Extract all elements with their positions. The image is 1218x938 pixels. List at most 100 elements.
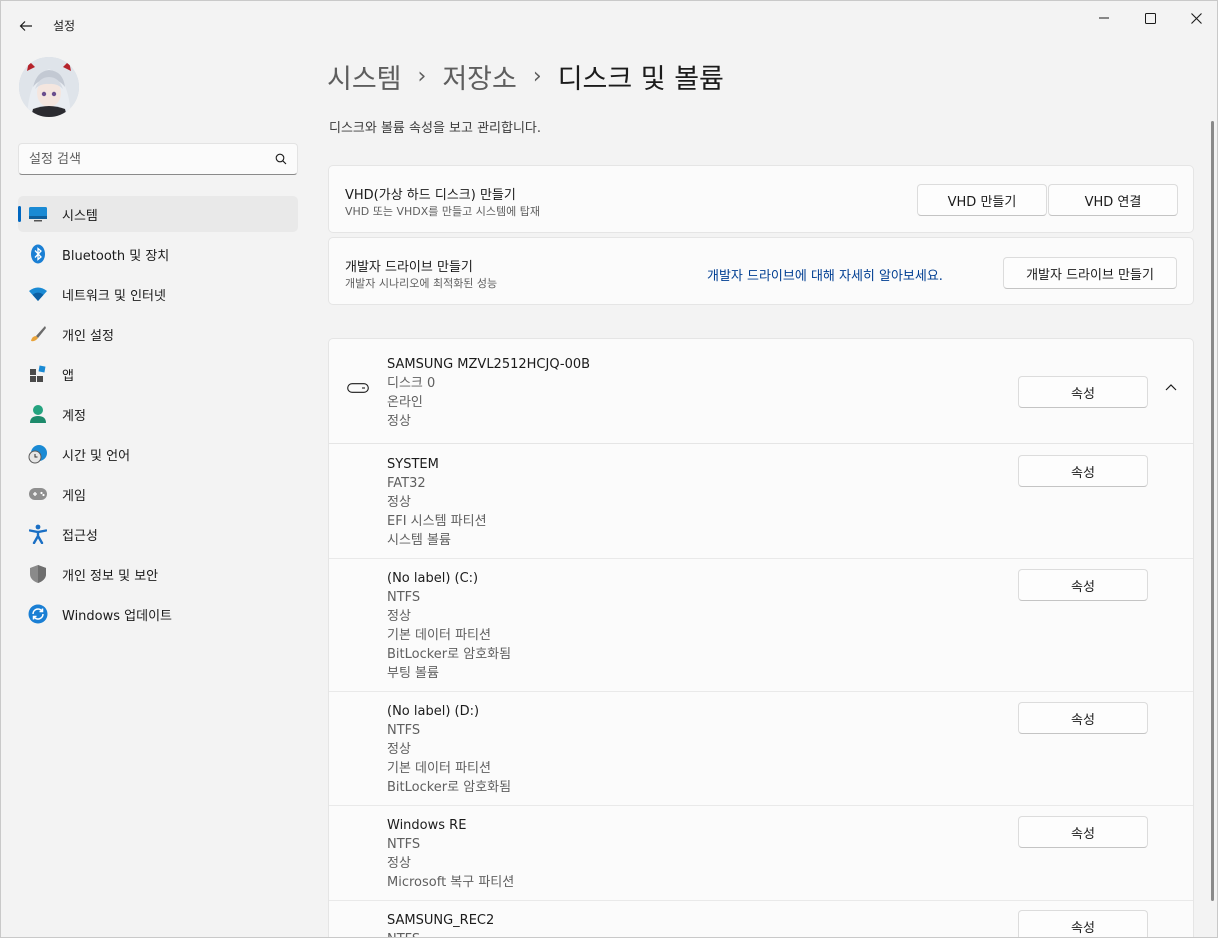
partition-status: 정상 (387, 742, 411, 757)
sidebar-item-windows-update[interactable]: Windows 업데이트 (18, 596, 298, 632)
partition-filesystem: NTFS (387, 723, 421, 738)
partition-status: 정상 (387, 856, 411, 871)
partition-row: (No label) (C:) NTFS 정상 기본 데이터 파티션 BitLo… (329, 559, 1193, 692)
maximize-button[interactable] (1127, 1, 1173, 35)
sidebar-item-label: 네트워크 및 인터넷 (62, 288, 166, 304)
partition-filesystem: NTFS (387, 930, 420, 937)
breadcrumb-separator: › (417, 64, 427, 89)
sidebar-item-accounts[interactable]: 계정 (18, 396, 298, 432)
partition-filesystem: NTFS (387, 837, 421, 852)
dev-drive-card-title: 개발자 드라이브 만들기 (345, 260, 473, 275)
disk-health: 정상 (387, 414, 411, 429)
sidebar-item-bluetooth[interactable]: Bluetooth 및 장치 (18, 236, 298, 272)
breadcrumb-storage[interactable]: 저장소 (442, 57, 517, 96)
partition-encryption: BitLocker로 암호화됨 (387, 647, 512, 662)
sidebar-item-system[interactable]: 시스템 (18, 196, 298, 232)
disk-number: 디스크 0 (387, 376, 436, 391)
create-vhd-button[interactable]: VHD 만들기 (917, 184, 1047, 216)
partition-volume-role: 부팅 볼륨 (387, 666, 439, 681)
partition-type: 기본 데이터 파티션 (387, 628, 491, 643)
disk-name: SAMSUNG MZVL2512HCJQ-00B (387, 357, 591, 372)
partition-properties-button[interactable]: 속성 (1018, 455, 1148, 487)
brush-icon (28, 324, 48, 344)
search-input[interactable] (29, 151, 275, 167)
time-language-icon (28, 444, 48, 464)
sidebar-item-network[interactable]: 네트워크 및 인터넷 (18, 276, 298, 312)
partition-name: (No label) (C:) (387, 571, 479, 586)
dev-drive-learn-more-link[interactable]: 개발자 드라이브에 대해 자세히 알아보세요. (707, 265, 943, 284)
sidebar-item-label: Bluetooth 및 장치 (62, 248, 170, 264)
sidebar-item-label: 접근성 (62, 528, 98, 544)
partition-row: SAMSUNG_REC2 NTFS 속성 (329, 901, 1193, 937)
breadcrumb-system[interactable]: 시스템 (327, 57, 402, 96)
partition-filesystem: FAT32 (387, 476, 426, 491)
sidebar-item-privacy[interactable]: 개인 정보 및 보안 (18, 556, 298, 592)
page-description: 디스크와 볼륨 속성을 보고 관리합니다. (329, 121, 542, 136)
partition-row: (No label) (D:) NTFS 정상 기본 데이터 파티션 BitLo… (329, 692, 1193, 806)
bluetooth-icon (28, 244, 48, 264)
partition-properties-button[interactable]: 속성 (1018, 569, 1148, 601)
partition-name: SAMSUNG_REC2 (387, 913, 495, 928)
partition-volume-role: 시스템 볼륨 (387, 533, 451, 548)
wifi-icon (28, 284, 48, 304)
system-icon (28, 204, 48, 224)
shield-icon (28, 564, 48, 584)
partition-properties-button[interactable]: 속성 (1018, 816, 1148, 848)
gamepad-icon (28, 484, 48, 504)
settings-window: 설정 설정 검색 시스템 Bluetooth 및 장치 네트워크 및 인터넷 개… (0, 0, 1218, 938)
sidebar-item-label: 시스템 (62, 208, 98, 224)
avatar[interactable] (19, 57, 79, 117)
disk-panel: SAMSUNG MZVL2512HCJQ-00B 디스크 0 온라인 정상 속성… (328, 338, 1194, 937)
disk-properties-button[interactable]: 속성 (1018, 376, 1148, 408)
app-title: 설정 (53, 19, 76, 33)
title-bar: 설정 (1, 1, 1217, 49)
maximize-icon (1144, 12, 1156, 24)
sidebar-item-label: 게임 (62, 488, 86, 504)
partition-name: Windows RE (387, 818, 467, 833)
close-button[interactable] (1173, 1, 1217, 35)
hard-drive-icon (347, 383, 369, 393)
account-icon (28, 404, 48, 424)
partition-row: SYSTEM FAT32 정상 EFI 시스템 파티션 시스템 볼륨 속성 (329, 445, 1193, 559)
minimize-icon (1099, 17, 1109, 19)
partition-name: SYSTEM (387, 457, 439, 472)
vhd-card: VHD(가상 하드 디스크) 만들기 VHD 또는 VHDX를 만들고 시스템에… (328, 165, 1194, 233)
back-arrow-icon (19, 21, 32, 31)
back-button[interactable] (11, 11, 41, 41)
partition-type: Microsoft 복구 파티션 (387, 875, 515, 890)
sidebar-item-label: 시간 및 언어 (62, 448, 131, 464)
sidebar-item-personalization[interactable]: 개인 설정 (18, 316, 298, 352)
dev-drive-card: 개발자 드라이브 만들기 개발자 시나리오에 최적화된 성능 개발자 드라이브에… (328, 237, 1194, 305)
search-box[interactable] (18, 143, 298, 175)
partition-status: 정상 (387, 609, 411, 624)
partition-name: (No label) (D:) (387, 704, 480, 719)
partition-properties-button[interactable]: 속성 (1018, 910, 1148, 937)
vhd-card-title: VHD(가상 하드 디스크) 만들기 (345, 188, 516, 203)
partition-filesystem: NTFS (387, 590, 421, 605)
disk-header[interactable]: SAMSUNG MZVL2512HCJQ-00B 디스크 0 온라인 정상 속성 (329, 339, 1193, 444)
accessibility-icon (28, 524, 48, 544)
vhd-card-subtitle: VHD 또는 VHDX를 만들고 시스템에 탑재 (345, 205, 540, 218)
chevron-up-icon[interactable] (1165, 383, 1177, 391)
sidebar-item-label: 앱 (62, 368, 74, 384)
window-controls (1081, 1, 1217, 35)
dev-drive-card-subtitle: 개발자 시나리오에 최적화된 성능 (345, 277, 498, 290)
sidebar-nav: 시스템 Bluetooth 및 장치 네트워크 및 인터넷 개인 설정 앱 계정… (18, 196, 298, 636)
sidebar-item-label: 개인 정보 및 보안 (62, 568, 159, 584)
partition-type: EFI 시스템 파티션 (387, 514, 487, 529)
sidebar-item-accessibility[interactable]: 접근성 (18, 516, 298, 552)
apps-icon (28, 364, 48, 384)
update-icon (28, 604, 48, 624)
attach-vhd-button[interactable]: VHD 연결 (1048, 184, 1178, 216)
sidebar-item-label: Windows 업데이트 (62, 608, 173, 624)
search-icon[interactable] (275, 153, 287, 165)
partition-status: 정상 (387, 495, 411, 510)
sidebar-item-apps[interactable]: 앱 (18, 356, 298, 392)
page-title: 디스크 및 볼륨 (557, 64, 724, 95)
create-dev-drive-button[interactable]: 개발자 드라이브 만들기 (1003, 257, 1177, 289)
sidebar-item-gaming[interactable]: 게임 (18, 476, 298, 512)
partition-properties-button[interactable]: 속성 (1018, 702, 1148, 734)
minimize-button[interactable] (1081, 1, 1127, 35)
scrollbar[interactable] (1211, 121, 1214, 901)
sidebar-item-time-language[interactable]: 시간 및 언어 (18, 436, 298, 472)
